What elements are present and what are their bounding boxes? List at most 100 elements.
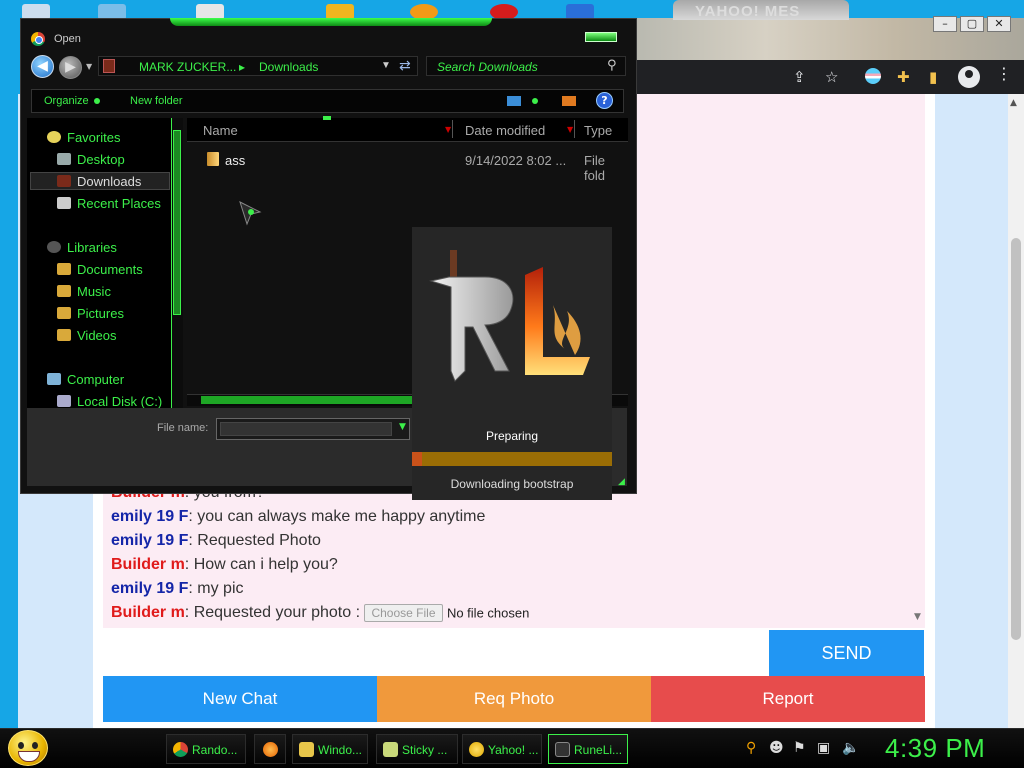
file-name-dropdown-icon[interactable]: ▼ [399, 422, 406, 432]
close-button[interactable]: ✕ [987, 16, 1011, 32]
search-icon[interactable]: ⚲ [607, 58, 617, 73]
chat-username: emily 19 F [111, 580, 189, 597]
taskbar-item-runelite[interactable]: RuneLi... [548, 734, 628, 764]
chat-username: emily 19 F [111, 532, 189, 549]
videos-icon [57, 329, 71, 341]
chat-message: emily 19 F: you can always make me happy… [111, 508, 911, 532]
column-date-modified[interactable]: Date modified [465, 123, 545, 138]
nav-libraries[interactable]: Libraries [47, 240, 117, 258]
file-type: File fold [584, 153, 605, 183]
yahoo-window-title: YAHOO! MES [673, 0, 849, 20]
send-button[interactable]: SEND [769, 630, 924, 676]
flag-extension-icon[interactable] [865, 68, 881, 84]
nav-label: Local Disk (C:) [77, 394, 163, 409]
nav-recent-places[interactable]: Recent Places [57, 196, 161, 214]
start-button-smiley-icon[interactable] [8, 730, 48, 766]
choose-file-button[interactable]: Choose File [364, 604, 443, 622]
taskbar-item-yahoo[interactable]: Yahoo! ... [462, 734, 542, 764]
minimize-button[interactable]: – [933, 16, 957, 32]
dialog-title: Open [54, 33, 81, 45]
window-controls: – ▢ ✕ [933, 16, 1011, 32]
help-icon[interactable]: ? [596, 92, 613, 109]
chrome-menu-icon[interactable]: ⋮ [996, 64, 1012, 83]
file-name: ass [225, 153, 246, 168]
chat-message: emily 19 F: my pic [111, 580, 911, 604]
nav-scrollbar-thumb[interactable] [173, 130, 181, 315]
new-folder-button[interactable]: New folder [130, 95, 183, 107]
network-icon[interactable]: ▣ [817, 740, 830, 756]
sort-arrow-icon[interactable]: ▼ [567, 120, 575, 138]
chat-messages: Builder m: you from? emily 19 F: you can… [111, 484, 911, 628]
column-type[interactable]: Type [584, 123, 612, 138]
star-icon [47, 131, 61, 143]
nav-favorites[interactable]: Favorites [47, 130, 120, 148]
file-row[interactable]: ass 9/14/2022 8:02 ... File fold [200, 150, 628, 183]
back-arrow-icon[interactable]: ◀ [31, 55, 54, 78]
report-button[interactable]: Report [651, 676, 925, 722]
nav-label: Recent Places [77, 196, 161, 211]
column-name[interactable]: Name [203, 123, 238, 138]
nav-label: Libraries [67, 240, 117, 255]
nav-videos[interactable]: Videos [57, 328, 117, 346]
organize-button[interactable]: Organize [44, 95, 89, 107]
action-center-flag-icon[interactable]: ⚑ [793, 740, 806, 756]
messenger-tray-icon[interactable]: ☻ [769, 740, 784, 756]
nav-music[interactable]: Music [57, 284, 111, 302]
address-bar[interactable]: MARK ZUCKER... ▸ Downloads ▼ [98, 56, 418, 76]
runelite-detail: Downloading bootstrap [450, 477, 574, 491]
volume-icon[interactable]: 🔈 [842, 740, 859, 756]
file-name-input[interactable] [220, 422, 392, 436]
history-dropdown-icon[interactable]: ▼ [86, 62, 92, 71]
chat-username: emily 19 F [111, 508, 189, 525]
nav-desktop[interactable]: Desktop [57, 152, 125, 170]
new-chat-button[interactable]: New Chat [103, 676, 377, 722]
hscrollbar-thumb[interactable] [201, 396, 413, 404]
nav-label: Downloads [77, 174, 142, 189]
breadcrumb-user[interactable]: MARK ZUCKER... [139, 60, 236, 74]
chrome-icon [173, 742, 188, 757]
nav-documents[interactable]: Documents [57, 262, 143, 280]
nav-pictures[interactable]: Pictures [57, 306, 124, 324]
taskbar-clock[interactable]: 4:39 PM [885, 733, 985, 764]
resize-grip-icon[interactable]: ◢ [618, 477, 625, 487]
taskbar-item-explorer[interactable]: Windo... [292, 734, 368, 764]
taskbar-item-chrome[interactable]: Rando... [166, 734, 246, 764]
taskbar-item-firefox[interactable] [254, 734, 286, 764]
runelite-logo [429, 250, 590, 382]
taskbar-item-sticky[interactable]: Sticky ... [376, 734, 458, 764]
breadcrumb-separator[interactable]: ▸ [239, 60, 245, 74]
column-sort-indicator [323, 116, 331, 120]
profile-avatar[interactable] [958, 66, 980, 88]
computer-icon [47, 373, 61, 385]
organize-dropdown-icon[interactable] [94, 98, 100, 104]
address-dropdown-icon[interactable]: ▼ [381, 60, 391, 71]
pictures-icon [57, 307, 71, 319]
side-panel-icon[interactable]: ▮ [929, 68, 937, 86]
refresh-icon[interactable]: ⇄ [399, 58, 411, 74]
extensions-puzzle-icon[interactable]: ✚ [897, 68, 910, 86]
dialog-title-glow [170, 18, 492, 26]
nav-label: Desktop [77, 152, 125, 167]
req-photo-button[interactable]: Req Photo [377, 676, 651, 722]
chat-scroll-down-icon[interactable]: ▼ [914, 612, 921, 622]
page-scrollbar-thumb[interactable] [1011, 238, 1021, 640]
taskbar-label: RuneLi... [574, 743, 623, 757]
view-mode-icon[interactable] [507, 96, 521, 106]
nav-computer[interactable]: Computer [47, 372, 124, 390]
bookmark-star-icon[interactable]: ☆ [825, 68, 838, 86]
share-icon[interactable]: ⇪ [793, 68, 806, 86]
view-dropdown-icon[interactable] [532, 98, 538, 104]
scroll-up-icon[interactable]: ▲ [1010, 98, 1017, 108]
breadcrumb-downloads[interactable]: Downloads [259, 60, 318, 74]
preview-pane-icon[interactable] [562, 96, 576, 106]
nav-downloads[interactable]: Downloads [57, 174, 141, 192]
nav-label: Documents [77, 262, 143, 277]
sort-arrow-icon[interactable]: ▼ [445, 120, 453, 138]
search-icon[interactable]: ⚲ [746, 740, 756, 756]
chat-message: emily 19 F: Requested Photo [111, 532, 911, 556]
search-input[interactable]: Search Downloads [426, 56, 626, 76]
dialog-minimize-button[interactable] [585, 32, 617, 42]
restore-button[interactable]: ▢ [960, 16, 984, 32]
forward-arrow-icon[interactable]: ▶ [59, 56, 82, 79]
sticky-notes-icon [383, 742, 398, 757]
